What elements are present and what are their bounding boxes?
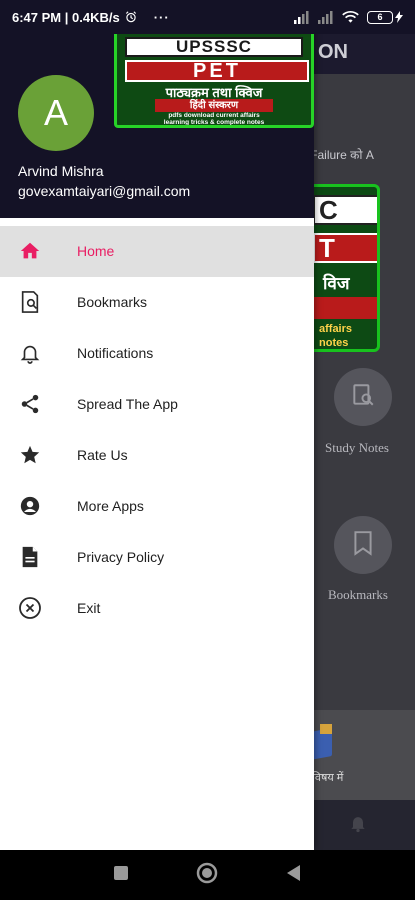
bookmarks-tile[interactable]	[334, 516, 392, 574]
bookmarks-tile-label: Bookmarks	[328, 587, 388, 602]
background-title: ON	[318, 41, 348, 63]
status-right: 6	[294, 10, 403, 24]
close-circle-icon	[18, 596, 42, 620]
home-button[interactable]	[196, 862, 218, 889]
menu-item-home[interactable]: Home	[0, 226, 314, 277]
status-time: 6:47 PM | 0.4KB/s	[12, 9, 120, 25]
document-icon	[18, 545, 42, 569]
menu-item-spread-the-app[interactable]: Spread The App	[0, 379, 314, 430]
avatar[interactable]: A	[18, 75, 94, 151]
menu-item-rate-us[interactable]: Rate Us	[0, 430, 314, 481]
share-icon	[18, 392, 42, 416]
account-circle-icon	[18, 494, 42, 518]
signal-icon-2	[318, 10, 334, 24]
menu-item-label: Home	[77, 243, 115, 259]
app-screen: 6:47 PM | 0.4KB/s ··· 6 ON प Failure को …	[0, 0, 415, 900]
menu-item-privacy-policy[interactable]: Privacy Policy	[0, 532, 314, 583]
notes-search-icon	[350, 382, 376, 413]
signal-icon-1	[294, 10, 310, 24]
logo-line-1: UPSSSC	[125, 37, 303, 57]
study-notes-label: Study Notes	[325, 440, 389, 455]
menu-item-label: More Apps	[77, 498, 144, 514]
menu-item-more-apps[interactable]: More Apps	[0, 481, 314, 532]
background-bottom-nav	[300, 800, 415, 850]
menu-item-label: Privacy Policy	[77, 549, 165, 565]
user-name: Arvind Mishra	[18, 163, 104, 179]
navigation-drawer: UPSSSC PET पाठ्यक्रम तथा क्विज हिंदी संस…	[0, 0, 314, 850]
bookmark-search-icon	[18, 290, 42, 314]
banner-fragment-1: C	[313, 195, 377, 225]
user-email: govexamtaiyari@gmail.com	[18, 183, 191, 199]
bookmark-icon	[352, 530, 374, 561]
logo-line-4: हिंदी संस्करण	[155, 99, 273, 112]
drawer-menu: Home Bookmarks Notifications Spread The …	[0, 226, 314, 634]
menu-item-notifications[interactable]: Notifications	[0, 328, 314, 379]
home-icon	[18, 239, 42, 263]
menu-item-exit[interactable]: Exit	[0, 583, 314, 634]
system-nav-bar	[0, 850, 415, 900]
wifi-icon	[342, 10, 359, 24]
more-notifications-icon: ···	[153, 9, 170, 25]
alarm-icon	[124, 10, 138, 24]
banner-fragment-2: T	[313, 233, 377, 263]
recents-button[interactable]	[114, 865, 129, 885]
bell-icon	[18, 341, 42, 365]
menu-item-label: Notifications	[77, 345, 154, 361]
background-bottom-card: विषय में	[300, 710, 415, 800]
battery-level: 6	[367, 10, 393, 24]
book-illustration-accent	[320, 724, 332, 734]
status-left: 6:47 PM | 0.4KB/s ···	[12, 10, 170, 25]
banner-fragment-4: affairs	[319, 323, 353, 335]
app-logo: UPSSSC PET पाठ्यक्रम तथा क्विज हिंदी संस…	[114, 30, 314, 128]
back-button[interactable]	[286, 864, 301, 886]
banner-fragment-5: notes	[319, 337, 349, 349]
logo-line-2: PET	[125, 60, 309, 82]
study-notes-tile[interactable]	[334, 368, 392, 426]
banner-fragment-3: विज	[323, 274, 350, 293]
menu-item-bookmarks[interactable]: Bookmarks	[0, 277, 314, 328]
logo-line-5: pdfs download current affairs	[168, 112, 260, 119]
menu-item-label: Bookmarks	[77, 294, 148, 310]
background-card-text: विषय में	[312, 772, 344, 784]
star-icon	[18, 443, 42, 467]
status-bar: 6:47 PM | 0.4KB/s ··· 6	[0, 0, 415, 34]
logo-line-6: learning tricks & complete notes	[163, 119, 265, 126]
menu-item-label: Exit	[77, 600, 101, 616]
banner-red-strip	[313, 297, 377, 319]
menu-item-label: Spread The App	[77, 396, 178, 412]
battery-icon: 6	[367, 10, 403, 24]
menu-item-label: Rate Us	[77, 447, 128, 463]
bell-icon	[348, 812, 368, 839]
